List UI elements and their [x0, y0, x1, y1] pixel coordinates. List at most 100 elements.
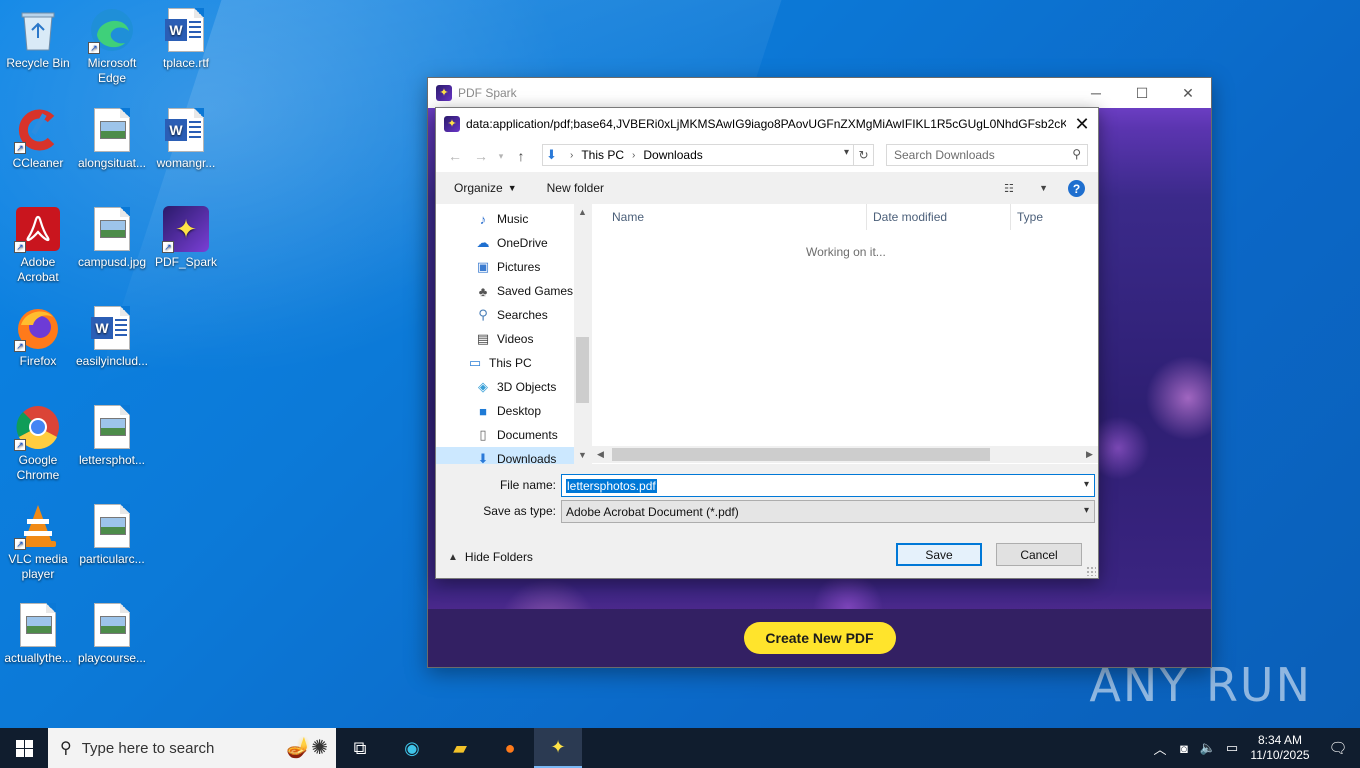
start-button[interactable] [0, 728, 48, 768]
file-name-input[interactable]: lettersphotos.pdf ▾ [561, 474, 1095, 497]
close-window-button[interactable]: ✕ [1165, 78, 1211, 108]
scroll-left-arrow-icon[interactable]: ◀ [592, 446, 609, 463]
firefox-icon: ↗ [14, 304, 62, 352]
recent-locations-chevron-icon[interactable]: ▾ [494, 144, 508, 168]
minimize-button[interactable]: ─ [1073, 78, 1119, 108]
notification-center-icon[interactable]: 🗨 [1316, 739, 1360, 757]
desktop-icon-google-chrome[interactable]: ↗ Google Chrome [0, 403, 76, 483]
desktop-icon-vlc[interactable]: ↗ VLC media player [0, 502, 76, 582]
show-hidden-icons-chevron-icon[interactable]: ︿ [1148, 739, 1172, 758]
dialog-close-button[interactable]: ✕ [1066, 108, 1098, 140]
save-button[interactable]: Save [896, 543, 982, 566]
help-icon[interactable]: ? [1068, 180, 1085, 197]
desktop-icon-campusd[interactable]: campusd.jpg [74, 205, 150, 270]
dialog-titlebar[interactable]: ✦ data:application/pdf;base64,JVBERi0xLj… [436, 108, 1098, 140]
shortcut-arrow-icon: ↗ [14, 241, 26, 253]
column-header-name[interactable]: Name [612, 210, 644, 224]
nav-item-label: Pictures [497, 260, 541, 274]
create-new-pdf-button[interactable]: Create New PDF [743, 622, 896, 654]
up-arrow-icon[interactable]: ↑ [508, 144, 534, 168]
desktop-icon-firefox[interactable]: ↗ Firefox [0, 304, 76, 369]
app-titlebar[interactable]: ✦ PDF Spark ─ ☐ ✕ [428, 78, 1211, 108]
desktop-icon-ccleaner[interactable]: ↗ CCleaner [0, 106, 76, 171]
desktop-icon-playcourse[interactable]: playcourse... [74, 601, 150, 666]
search-icon: ⚲ [1072, 147, 1081, 161]
nav-item-this-pc[interactable]: ▭ This PC [466, 351, 532, 375]
image-file-icon [14, 601, 62, 649]
scroll-up-arrow-icon[interactable]: ▲ [574, 204, 591, 221]
desktop-icon-lettersphot[interactable]: lettersphot... [74, 403, 150, 468]
nav-item-label: 3D Objects [497, 380, 557, 394]
nav-item-pictures[interactable]: ▣ Pictures [474, 255, 541, 279]
scrollbar-thumb[interactable] [612, 448, 990, 461]
breadcrumb-downloads[interactable]: Downloads [643, 148, 702, 162]
desktop-icon-pdf-spark[interactable]: ✦ ↗ PDF_Spark [148, 205, 224, 270]
column-header-date-modified[interactable]: Date modified [873, 210, 947, 224]
volume-icon[interactable]: 🔈 [1196, 740, 1220, 756]
windows-logo-icon [15, 739, 33, 757]
desktop-icon-actuallythe[interactable]: actuallythe... [0, 601, 76, 666]
search-icon: ⚲ [60, 740, 72, 757]
cancel-button[interactable]: Cancel [996, 543, 1082, 566]
command-bar: Organize ▼ New folder ☷ ▼ ? [436, 172, 1098, 204]
scrollbar-thumb[interactable] [576, 337, 589, 403]
scroll-down-arrow-icon[interactable]: ▼ [574, 447, 591, 464]
change-view-button[interactable]: ☷ ▼ [1004, 178, 1048, 198]
search-downloads-input[interactable]: Search Downloads ⚲ [886, 144, 1088, 166]
firefox-icon: ● [504, 737, 516, 758]
desktop-icon-alongsituat[interactable]: alongsituat... [74, 106, 150, 171]
word-doc-icon: W [162, 106, 210, 154]
desktop-icon-adobe-acrobat[interactable]: ↗ Adobe Acrobat [0, 205, 76, 285]
desktop-icon-recycle-bin[interactable]: Recycle Bin [0, 6, 76, 71]
hide-folders-toggle[interactable]: ▲ Hide Folders [448, 550, 533, 564]
shortcut-arrow-icon: ↗ [162, 241, 174, 253]
maximize-button[interactable]: ☐ [1119, 78, 1165, 108]
desktop-icon-label: particularc... [79, 552, 145, 566]
desktop-icon-particularc[interactable]: particularc... [74, 502, 150, 567]
nav-item-documents[interactable]: ▯ Documents [474, 423, 557, 447]
desktop-icon-edge[interactable]: ↗ Microsoft Edge [74, 6, 150, 86]
new-folder-button[interactable]: New folder [539, 176, 612, 200]
address-bar[interactable]: ⬇ › This PC › Downloads ▾ [542, 144, 854, 166]
desktop-icon-tplace[interactable]: W tplace.rtf [148, 6, 224, 71]
address-dropdown-icon[interactable]: ▾ [844, 147, 849, 158]
organize-button[interactable]: Organize ▼ [446, 176, 525, 200]
taskbar-file-explorer-button[interactable]: ▰ [436, 728, 484, 768]
chevron-down-icon: ▾ [1083, 505, 1089, 516]
scroll-right-arrow-icon[interactable]: ▶ [1081, 446, 1098, 463]
resize-grip-icon[interactable] [1086, 566, 1096, 576]
meet-now-icon[interactable]: ◙ [1172, 741, 1196, 756]
breadcrumb-this-pc[interactable]: This PC [581, 148, 624, 162]
save-as-type-value: Adobe Acrobat Document (*.pdf) [566, 504, 739, 519]
refresh-icon[interactable]: ↻ [854, 144, 874, 166]
network-icon[interactable]: ▭ [1220, 740, 1244, 756]
navigation-pane-scrollbar[interactable]: ▲ ▼ [574, 204, 591, 464]
desktop-icon-easilyinclud[interactable]: W easilyinclud... [74, 304, 150, 369]
vlc-icon: ↗ [14, 502, 62, 550]
column-header-type[interactable]: Type [1017, 210, 1043, 224]
taskbar-search-box[interactable]: ⚲ Type here to search 🪔✺ [48, 728, 336, 768]
clock[interactable]: 8:34 AM 11/10/2025 [1244, 733, 1316, 763]
task-view-button[interactable]: ⧉ [336, 728, 384, 768]
nav-item-music[interactable]: ♪ Music [474, 207, 529, 231]
taskbar: ⚲ Type here to search 🪔✺ ⧉ ◉ ▰ ● ✦ ︿ ◙ 🔈… [0, 728, 1360, 768]
nav-item-downloads[interactable]: ⬇ Downloads [436, 447, 576, 464]
nav-item-videos[interactable]: ▤ Videos [474, 327, 534, 351]
save-as-type-select[interactable]: Adobe Acrobat Document (*.pdf) ▾ [561, 500, 1095, 523]
nav-item-desktop[interactable]: ■ Desktop [474, 399, 541, 423]
taskbar-firefox-button[interactable]: ● [486, 728, 534, 768]
search-placeholder: Search Downloads [894, 148, 995, 162]
forward-arrow-icon[interactable]: → [468, 144, 494, 168]
file-list-horizontal-scrollbar[interactable]: ◀ ▶ [592, 446, 1098, 463]
back-arrow-icon[interactable]: ← [442, 144, 468, 168]
desktop-icon-womangr[interactable]: W womangr... [148, 106, 224, 171]
nav-item-onedrive[interactable]: ☁ OneDrive [474, 231, 548, 255]
nav-item-3d-objects[interactable]: ◈ 3D Objects [474, 375, 556, 399]
file-name-value: lettersphotos.pdf [566, 478, 657, 493]
desktop-icon-label: easilyinclud... [75, 354, 149, 368]
taskbar-pdf-spark-button[interactable]: ✦ [534, 728, 582, 768]
chevron-down-icon[interactable]: ▾ [1084, 479, 1089, 490]
nav-item-saved-games[interactable]: ♣ Saved Games [474, 279, 573, 303]
taskbar-edge-button[interactable]: ◉ [388, 728, 436, 768]
nav-item-searches[interactable]: ⚲ Searches [474, 303, 547, 327]
